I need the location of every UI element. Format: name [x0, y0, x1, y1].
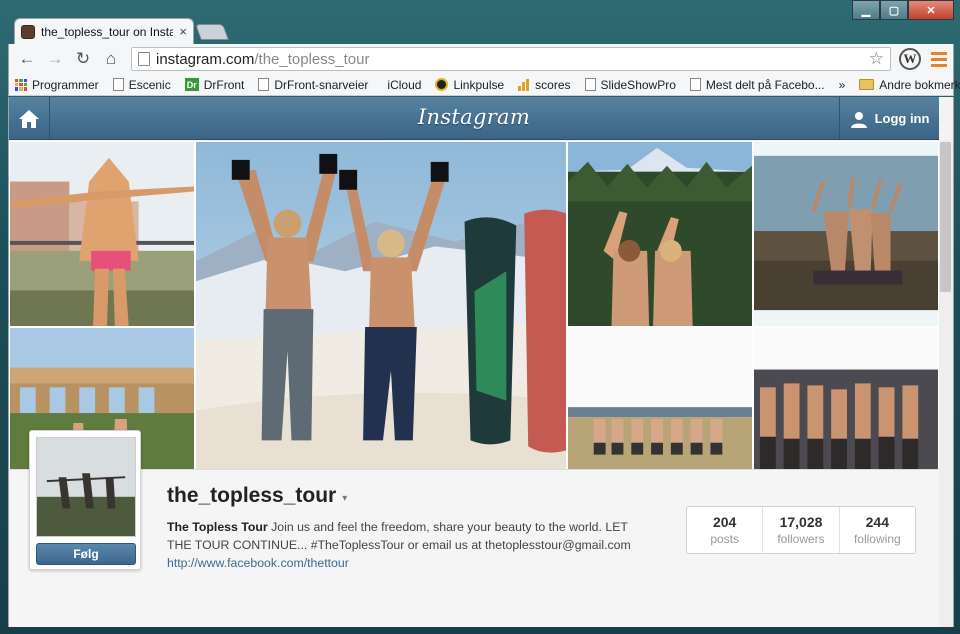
page-icon	[138, 52, 150, 66]
tab-title: the_topless_tour on Instag	[41, 24, 174, 39]
photo-tile[interactable]	[9, 141, 195, 327]
instagram-logo[interactable]: Instagram	[9, 105, 939, 129]
stat-following[interactable]: 244 following	[840, 507, 915, 553]
stat-number: 17,028	[779, 514, 823, 530]
instagram-favicon-icon	[21, 24, 35, 39]
avatar[interactable]	[36, 437, 136, 537]
browser-tab[interactable]: the_topless_tour on Instag ×	[14, 18, 194, 44]
page-icon	[112, 78, 124, 91]
username: the_topless_tour	[167, 484, 337, 507]
scrollbar-thumb[interactable]	[940, 142, 951, 292]
bookmark-label: DrFront	[203, 77, 245, 92]
bookmark-label: iCloud	[387, 77, 422, 92]
linkpulse-icon	[435, 78, 449, 91]
bookmark-drfront[interactable]: Dr DrFront	[184, 77, 245, 92]
photo-tile[interactable]	[753, 141, 939, 327]
stat-number: 244	[865, 514, 889, 530]
stat-label: followers	[777, 532, 825, 546]
photo-image	[196, 142, 566, 512]
bookmarks-bar: Programmer Escenic Dr DrFront DrFront-sn…	[8, 74, 960, 96]
page-icon	[584, 78, 596, 91]
stat-label: following	[853, 532, 901, 546]
bookmark-label: Escenic	[128, 77, 171, 92]
username-dropdown-icon[interactable]: ▾	[342, 493, 347, 504]
follow-button[interactable]: Følg	[36, 543, 136, 565]
bookmark-folder-other[interactable]: Andre bokmerker	[859, 78, 960, 92]
avatar-image	[37, 438, 135, 536]
bookmark-star-icon[interactable]: ☆	[869, 49, 884, 69]
bio-link[interactable]: http://www.facebook.com/thettour	[167, 556, 349, 570]
bookmark-label: scores	[535, 77, 571, 92]
photo-image	[754, 142, 938, 326]
profile-bio: The Topless Tour Join us and feel the fr…	[167, 518, 647, 572]
bookmark-icloud[interactable]: iCloud	[382, 78, 421, 92]
bookmarks-overflow-chevron[interactable]: »	[839, 78, 846, 92]
bookmark-escenic[interactable]: Escenic	[112, 77, 171, 92]
address-bar[interactable]: instagram.com/the_topless_tour ☆	[131, 47, 891, 71]
window-controls: ▁ ▢ ✕	[852, 0, 954, 20]
home-icon[interactable]: ⌂	[99, 48, 123, 70]
user-icon	[850, 111, 867, 128]
reload-icon[interactable]: ↻	[71, 48, 95, 70]
bookmark-label: Andre bokmerker	[879, 77, 960, 92]
wordpress-extension-icon[interactable]: W	[899, 48, 921, 70]
page-scrollbar[interactable]	[937, 140, 953, 627]
bookmark-drfront-snarveier[interactable]: DrFront-snarveier	[258, 78, 368, 92]
photo-image	[10, 142, 194, 326]
browser-toolbar: ← → ↻ ⌂ instagram.com/the_topless_tour ☆…	[8, 44, 954, 74]
folder-icon	[859, 79, 875, 90]
apps-grid-icon	[15, 78, 27, 91]
stat-label: posts	[710, 532, 739, 546]
tab-close-icon[interactable]: ×	[179, 24, 187, 39]
back-arrow-icon[interactable]: ←	[15, 48, 39, 70]
bookmark-programmer[interactable]: Programmer	[15, 78, 99, 92]
avatar-card: Følg	[29, 430, 141, 570]
bookmark-label: SlideShowPro	[600, 77, 676, 92]
bookmark-mest-delt[interactable]: Mest delt på Facebo...	[689, 77, 825, 92]
stat-followers[interactable]: 17,028 followers	[763, 507, 840, 553]
url-path: /the_topless_tour	[254, 50, 370, 68]
page-viewport: Instagram Logg inn Følg the_topless_tour…	[8, 97, 954, 627]
username-row: the_topless_tour ▾	[167, 484, 347, 508]
maximize-button[interactable]: ▢	[880, 0, 908, 20]
bar-chart-icon	[518, 78, 530, 91]
display-name: The Topless Tour	[167, 520, 268, 534]
bookmark-scores[interactable]: scores	[518, 77, 571, 92]
photo-tile[interactable]	[567, 141, 753, 327]
login-label: Logg inn	[874, 111, 930, 126]
photo-image	[568, 142, 752, 326]
chrome-menu-icon[interactable]	[931, 51, 947, 67]
login-button[interactable]: Logg inn	[839, 97, 939, 140]
photo-grid	[9, 141, 939, 513]
bookmark-label: DrFront-snarveier	[274, 77, 369, 92]
bookmark-slideshowpro[interactable]: SlideShowPro	[584, 77, 676, 92]
stat-posts[interactable]: 204 posts	[687, 507, 764, 553]
page-icon	[689, 78, 701, 91]
page-icon	[258, 78, 270, 91]
close-window-button[interactable]: ✕	[908, 0, 954, 20]
stat-number: 204	[712, 514, 737, 530]
forward-arrow-icon[interactable]: →	[43, 48, 67, 70]
profile-stats: 204 posts 17,028 followers 244 following	[686, 506, 916, 554]
bookmark-label: Programmer	[32, 77, 99, 92]
browser-window: ▁ ▢ ✕ the_topless_tour on Instag × ← → ↻…	[0, 0, 960, 634]
bookmark-label: Linkpulse	[453, 77, 505, 92]
instagram-header: Instagram Logg inn	[9, 97, 939, 140]
profile-section: Følg the_topless_tour ▾ The Topless Tour…	[9, 430, 939, 627]
bookmark-linkpulse[interactable]: Linkpulse	[435, 78, 504, 92]
new-tab-button[interactable]	[195, 24, 229, 40]
drfront-icon: Dr	[184, 78, 199, 91]
photo-tile-featured[interactable]	[195, 141, 567, 513]
minimize-button[interactable]: ▁	[852, 0, 880, 20]
url-host: instagram.com	[156, 50, 255, 68]
bookmark-label: Mest delt på Facebo...	[705, 77, 825, 92]
